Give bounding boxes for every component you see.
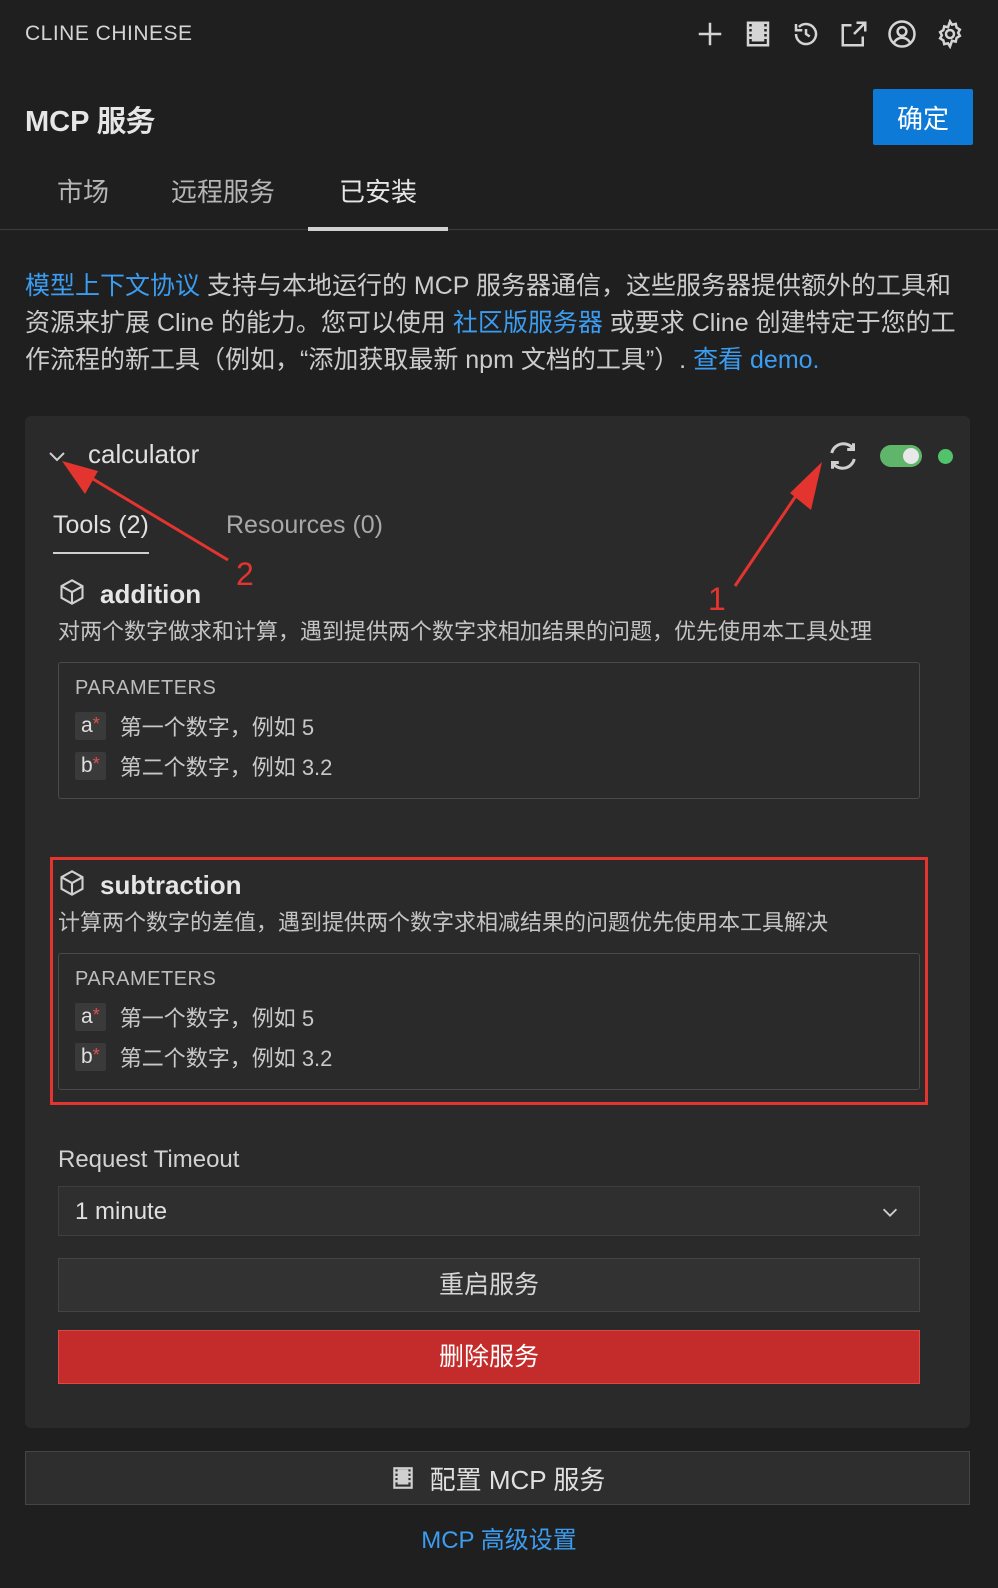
plus-icon[interactable] [692,16,728,52]
param-row: b* 第二个数字，例如 3.2 [75,746,903,786]
timeout-value: 1 minute [75,1198,168,1225]
toolbar-icons [692,16,968,52]
tab-market[interactable]: 市场 [55,172,111,227]
mcp-advanced-settings-link[interactable]: MCP 高级设置 [0,1520,998,1555]
request-timeout-label: Request Timeout [58,1146,240,1173]
param-name: a [81,714,93,737]
refresh-icon[interactable] [825,438,861,474]
confirm-button[interactable]: 确定 [873,89,973,145]
intro-text: 模型上下文协议 支持与本地运行的 MCP 服务器通信，这些服务器提供额外的工具和… [25,268,975,379]
cube-icon [58,578,86,611]
configure-mcp-label: 配置 MCP 服务 [429,1464,606,1495]
tab-remote[interactable]: 远程服务 [170,172,276,227]
server-name: calculator [88,439,200,469]
restart-server-button[interactable]: 重启服务 [58,1258,920,1312]
server-list-icon [392,1467,413,1489]
subtab-resources[interactable]: Resources (0) [226,511,383,540]
configure-mcp-button[interactable]: 配置 MCP 服务 [25,1451,970,1505]
highlight-annotation-box [50,857,928,1105]
tab-bar: 市场 远程服务 已安装 [0,160,998,231]
collapse-chevron-icon[interactable] [45,444,69,468]
status-dot [938,449,953,464]
demo-link[interactable]: 查看 demo. [693,346,819,374]
community-servers-link[interactable]: 社区版服务器 [453,309,603,337]
app-title: CLINE CHINESE [25,22,193,45]
server-list-icon[interactable] [740,16,776,52]
tool-description: 对两个数字做求和计算，遇到提供两个数字求相加结果的问题，优先使用本工具处理 [58,619,873,644]
tab-installed[interactable]: 已安装 [308,172,448,231]
parameters-title: PARAMETERS [75,677,217,699]
param-description: 第一个数字，例如 5 [119,715,315,740]
tool-addition: addition 对两个数字做求和计算，遇到提供两个数字求相加结果的问题，优先使… [58,577,920,799]
gear-icon[interactable] [932,16,968,52]
page-title: MCP 服务 [25,106,155,138]
toggle-knob [903,448,919,464]
subtab-tools[interactable]: Tools (2) [53,511,149,554]
mcp-protocol-link[interactable]: 模型上下文协议 [25,272,200,300]
required-mark: * [92,714,100,734]
parameters-box: PARAMETERS a* 第一个数字，例如 5 b* 第二个数字，例如 3.2 [58,662,920,799]
page-header: MCP 服务 确定 [0,86,998,150]
param-name: b [81,754,93,777]
account-icon[interactable] [884,16,920,52]
server-enable-toggle[interactable] [880,445,922,467]
top-bar: CLINE CHINESE [0,0,998,70]
param-description: 第二个数字，例如 3.2 [119,755,333,780]
tool-name: addition [100,578,202,609]
required-mark: * [92,754,100,774]
history-icon[interactable] [788,16,824,52]
chevron-down-icon [882,1208,898,1217]
param-name-chip: a* [75,712,106,740]
param-name-chip: b* [75,752,106,780]
param-row: a* 第一个数字，例如 5 [75,706,903,746]
request-timeout-select[interactable]: 1 minute [58,1186,920,1236]
delete-server-button[interactable]: 删除服务 [58,1330,920,1384]
external-link-icon[interactable] [836,16,872,52]
